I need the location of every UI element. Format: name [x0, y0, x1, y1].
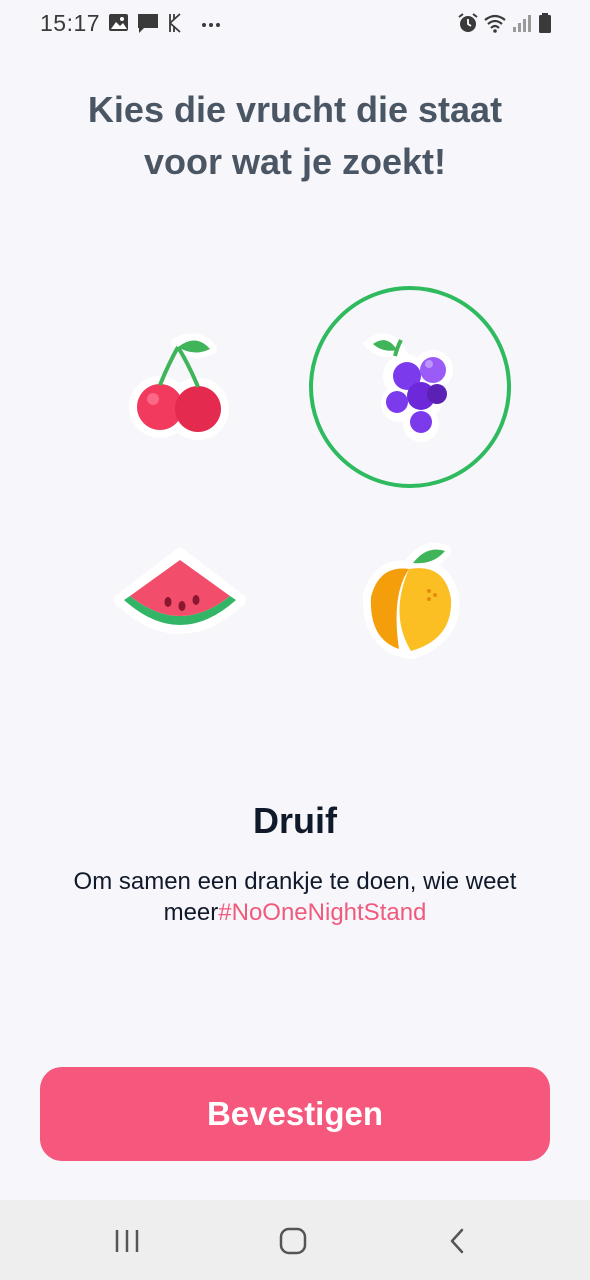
page-title: Kies die vrucht die staat voor wat je zo… [0, 84, 590, 188]
fruit-option-peach[interactable] [309, 500, 509, 700]
back-icon[interactable] [438, 1222, 478, 1260]
selected-fruit-description: Om samen een drankje te doen, wie weet m… [40, 866, 550, 928]
confirm-button[interactable]: Bevestigen [40, 1067, 550, 1161]
selected-fruit-name: Druif [253, 800, 337, 841]
fruit-option-cherry[interactable] [80, 287, 280, 487]
fruit-option-watermelon[interactable] [80, 500, 280, 700]
home-icon[interactable] [273, 1222, 313, 1260]
cherry-icon [129, 333, 229, 440]
grape-icon [361, 333, 453, 442]
status-bar: 15:17 [0, 0, 590, 48]
page-title-line-1: Kies die vrucht die staat [87, 89, 503, 130]
app-k-icon [169, 13, 181, 33]
more-dots-icon [202, 23, 220, 27]
battery-icon [539, 13, 551, 33]
selected-fruit-hashtag: #NoOneNightStand [218, 899, 427, 926]
message-icon [138, 14, 158, 33]
recent-apps-icon[interactable] [107, 1222, 147, 1260]
watermelon-icon [114, 548, 246, 634]
alarm-icon [458, 13, 478, 32]
wifi-icon [484, 14, 506, 33]
navigation-bar [0, 1200, 590, 1280]
fruit-option-grape[interactable] [309, 286, 511, 488]
gallery-icon [109, 14, 128, 31]
peach-icon [362, 542, 460, 659]
status-time: 15:17 [40, 10, 101, 36]
page-title-line-2: voor wat je zoekt! [143, 141, 447, 182]
signal-icon [513, 15, 531, 32]
